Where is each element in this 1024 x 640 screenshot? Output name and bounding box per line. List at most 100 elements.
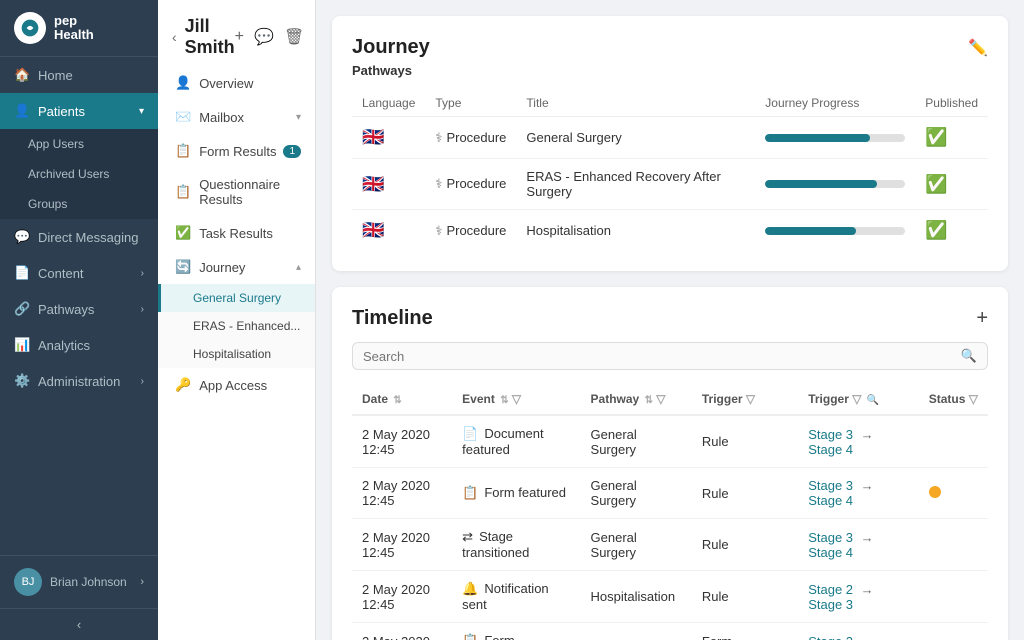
stage-from-link[interactable]: Stage 3 <box>808 427 853 442</box>
col-language: Language <box>352 90 425 117</box>
overview-icon: 👤 <box>175 75 191 91</box>
sidebar-item-administration[interactable]: ⚙️ Administration › <box>0 363 158 399</box>
sidebar-item-label: Pathways <box>38 302 94 317</box>
stage-to-link[interactable]: Stage 3 <box>808 597 853 612</box>
title-cell: General Surgery <box>516 117 755 159</box>
title-cell: Hospitalisation <box>516 210 755 252</box>
avatar: BJ <box>14 568 42 596</box>
journey-sub-hospitalisation[interactable]: Hospitalisation <box>158 340 315 368</box>
flag-icon: 🇬🇧 <box>362 220 384 240</box>
left-panel: ‹ Jill Smith + 💬 🗑 👤 Overview ✉️ Mailbox… <box>158 0 316 640</box>
date-cell: 2 May 2020 12:45 <box>352 519 452 571</box>
analytics-icon: 📊 <box>14 337 30 353</box>
patient-name: Jill Smith <box>185 16 235 58</box>
table-row: 2 May 2020 12:45 📄Document featured Gene… <box>352 415 988 468</box>
sidebar-nav: 🏠 Home 👤 Patients ▾ App Users Archived U… <box>0 57 158 555</box>
sidebar-item-archived-users[interactable]: Archived Users <box>0 159 158 189</box>
comment-button[interactable]: 💬 <box>254 27 274 47</box>
sidebar-collapse-button[interactable]: ‹ <box>0 608 158 640</box>
sidebar-item-groups[interactable]: Groups <box>0 189 158 219</box>
timeline-table: Date ⇅ Event ⇅ ▽ Pathway ⇅ ▽ Trigger <box>352 384 988 640</box>
journey-sub-eras[interactable]: ERAS - Enhanced... <box>158 312 315 340</box>
procedure-icon: ⚕ <box>435 130 442 145</box>
trigger-stages-cell: Stage 3 → Stage 4 <box>798 468 918 519</box>
left-nav-task-results[interactable]: ✅ Task Results <box>158 216 315 250</box>
timeline-card: Timeline + 🔍 Date ⇅ Event ⇅ ▽ <box>332 287 1008 640</box>
delete-button[interactable]: 🗑 <box>284 27 304 47</box>
journey-sub-general-surgery[interactable]: General Surgery <box>158 284 315 312</box>
search-input[interactable] <box>363 349 961 364</box>
table-row: 🇬🇧 ⚕Procedure ERAS - Enhanced Recovery A… <box>352 159 988 210</box>
sidebar-item-patients[interactable]: 👤 Patients ▾ <box>0 93 158 129</box>
published-check-icon: ✅ <box>925 174 947 194</box>
progress-fill <box>765 134 870 142</box>
col-type: Type <box>425 90 516 117</box>
sidebar-item-label: Analytics <box>38 338 90 353</box>
sort-icon[interactable]: ⇅ <box>500 395 508 406</box>
back-button[interactable]: ‹ <box>172 29 177 45</box>
trigger-type-cell: Rule <box>692 415 798 468</box>
event-icon: 🔔 <box>462 581 478 596</box>
journey-card-title: Journey <box>352 36 430 59</box>
filter-icon[interactable]: ▽ <box>969 392 978 406</box>
event-icon: 📄 <box>462 426 478 441</box>
left-nav-overview[interactable]: 👤 Overview <box>158 66 315 100</box>
footer-username: Brian Johnson <box>50 575 140 589</box>
left-nav-journey[interactable]: 🔄 Journey ▴ <box>158 250 315 284</box>
sidebar-item-app-users[interactable]: App Users <box>0 129 158 159</box>
stage-from-link[interactable]: Stage 3 <box>808 530 853 545</box>
journey-icon: 🔄 <box>175 259 191 275</box>
trigger-stages-cell: Stage 3 → Stage 4 <box>798 415 918 468</box>
search-icon[interactable]: 🔍 <box>867 395 879 406</box>
date-cell: 2 May 2020 12:45 <box>352 415 452 468</box>
questionnaire-icon: 📋 <box>175 184 191 200</box>
event-cell: 🔔Notification sent <box>452 571 580 623</box>
table-row: 2 May 2020 12:45 📋Form featured General … <box>352 468 988 519</box>
filter-icon[interactable]: ▽ <box>512 392 521 406</box>
stage-from-link[interactable]: Stage 2 <box>808 634 853 640</box>
sidebar-item-analytics[interactable]: 📊 Analytics <box>0 327 158 363</box>
collapse-icon: ‹ <box>77 617 81 632</box>
trigger-type-cell: Form submission <box>692 623 798 640</box>
sort-icon[interactable]: ⇅ <box>645 395 653 406</box>
pathways-icon: 🔗 <box>14 301 30 317</box>
col-trigger2: Trigger ▽ 🔍 <box>798 384 918 415</box>
left-nav-app-access[interactable]: 🔑 App Access <box>158 368 315 402</box>
edit-button[interactable]: ✏️ <box>968 38 988 58</box>
journey-card-header: Journey ✏️ <box>352 36 988 59</box>
sidebar-footer[interactable]: BJ Brian Johnson › <box>0 555 158 608</box>
sidebar-item-direct-messaging[interactable]: 💬 Direct Messaging <box>0 219 158 255</box>
col-journey-progress: Journey Progress <box>755 90 915 117</box>
left-nav-mailbox[interactable]: ✉️ Mailbox ▾ <box>158 100 315 134</box>
language-cell: 🇬🇧 <box>352 159 425 210</box>
stage-to-link[interactable]: Stage 4 <box>808 493 853 508</box>
patients-icon: 👤 <box>14 103 30 119</box>
status-cell <box>919 519 988 571</box>
chevron-up-icon: ▴ <box>296 262 301 273</box>
sidebar-item-pathways[interactable]: 🔗 Pathways › <box>0 291 158 327</box>
filter-icon[interactable]: ▽ <box>746 392 755 406</box>
sort-icon[interactable]: ⇅ <box>393 395 401 406</box>
stage-from-link[interactable]: Stage 3 <box>808 478 853 493</box>
filter-icon[interactable]: ▽ <box>656 392 665 406</box>
event-cell: ⇄Stage transitioned <box>452 519 580 571</box>
stage-from-link[interactable]: Stage 2 <box>808 582 853 597</box>
stage-to-link[interactable]: Stage 4 <box>808 442 853 457</box>
sidebar-item-home[interactable]: 🏠 Home <box>0 57 158 93</box>
left-nav-questionnaire-results[interactable]: 📋 Questionnaire Results <box>158 168 315 216</box>
table-row: 🇬🇧 ⚕Procedure General Surgery ✅ <box>352 117 988 159</box>
timeline-add-button[interactable]: + <box>976 307 988 330</box>
left-nav-label: Task Results <box>199 226 273 241</box>
sidebar-logo: pepHealth <box>0 0 158 57</box>
date-cell: 2 May 2020 12:45 <box>352 623 452 640</box>
filter-icon[interactable]: ▽ <box>852 392 861 406</box>
messaging-icon: 💬 <box>14 229 30 245</box>
sidebar-item-content[interactable]: 📄 Content › <box>0 255 158 291</box>
chevron-right-icon: › <box>140 576 144 588</box>
published-cell: ✅ <box>915 159 988 210</box>
arrow-icon: → <box>861 634 874 640</box>
stage-to-link[interactable]: Stage 4 <box>808 545 853 560</box>
event-cell: 📋Form featured <box>452 468 580 519</box>
left-nav-form-results[interactable]: 📋 Form Results 1 <box>158 134 315 168</box>
add-button[interactable]: + <box>235 28 244 46</box>
